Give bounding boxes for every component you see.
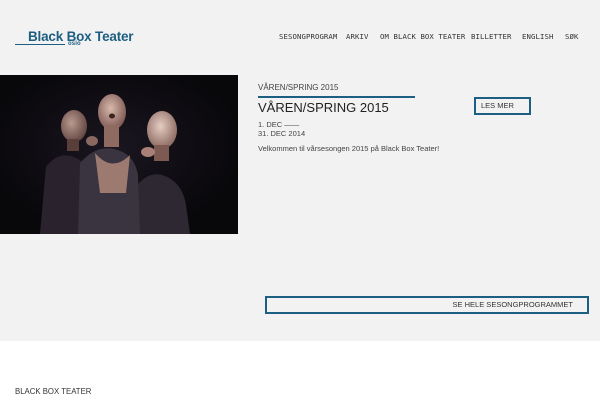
- see-full-program-button[interactable]: SE HELE SESONGPROGRAMMET: [265, 296, 589, 314]
- nav-item-sesongprogram[interactable]: SESONGPROGRAM: [279, 32, 337, 41]
- feature-description: Velkommen til vårsesongen 2015 på Black …: [258, 144, 440, 153]
- nav-item-om-black-box-teater[interactable]: OM BLACK BOX TEATER: [380, 32, 465, 41]
- read-more-button[interactable]: LES MER: [474, 97, 531, 115]
- nav-item-english[interactable]: ENGLISH: [522, 32, 553, 41]
- nav-item-arkiv[interactable]: ARKIV: [346, 32, 368, 41]
- date-start: 1. DEC ——: [258, 120, 300, 129]
- footer-title: BLACK BOX TEATER: [15, 387, 92, 396]
- nav-item-sok[interactable]: SØK: [565, 32, 578, 41]
- feature-title[interactable]: VÅREN/SPRING 2015: [258, 100, 389, 115]
- main-nav: SESONGPROGRAM ARKIV OM BLACK BOX TEATER …: [0, 32, 600, 46]
- nav-item-billetter[interactable]: BILLETTER: [471, 32, 511, 41]
- feature-image[interactable]: [0, 75, 238, 234]
- feature-kicker: VÅREN/SPRING 2015: [258, 83, 339, 92]
- date-end: 31. DEC 2014: [258, 129, 306, 138]
- site-footer: BLACK BOX TEATER: [0, 341, 600, 400]
- kicker-underline: [258, 96, 415, 98]
- site-header: Black Box Teater oslo SESONGPROGRAM ARKI…: [0, 0, 600, 75]
